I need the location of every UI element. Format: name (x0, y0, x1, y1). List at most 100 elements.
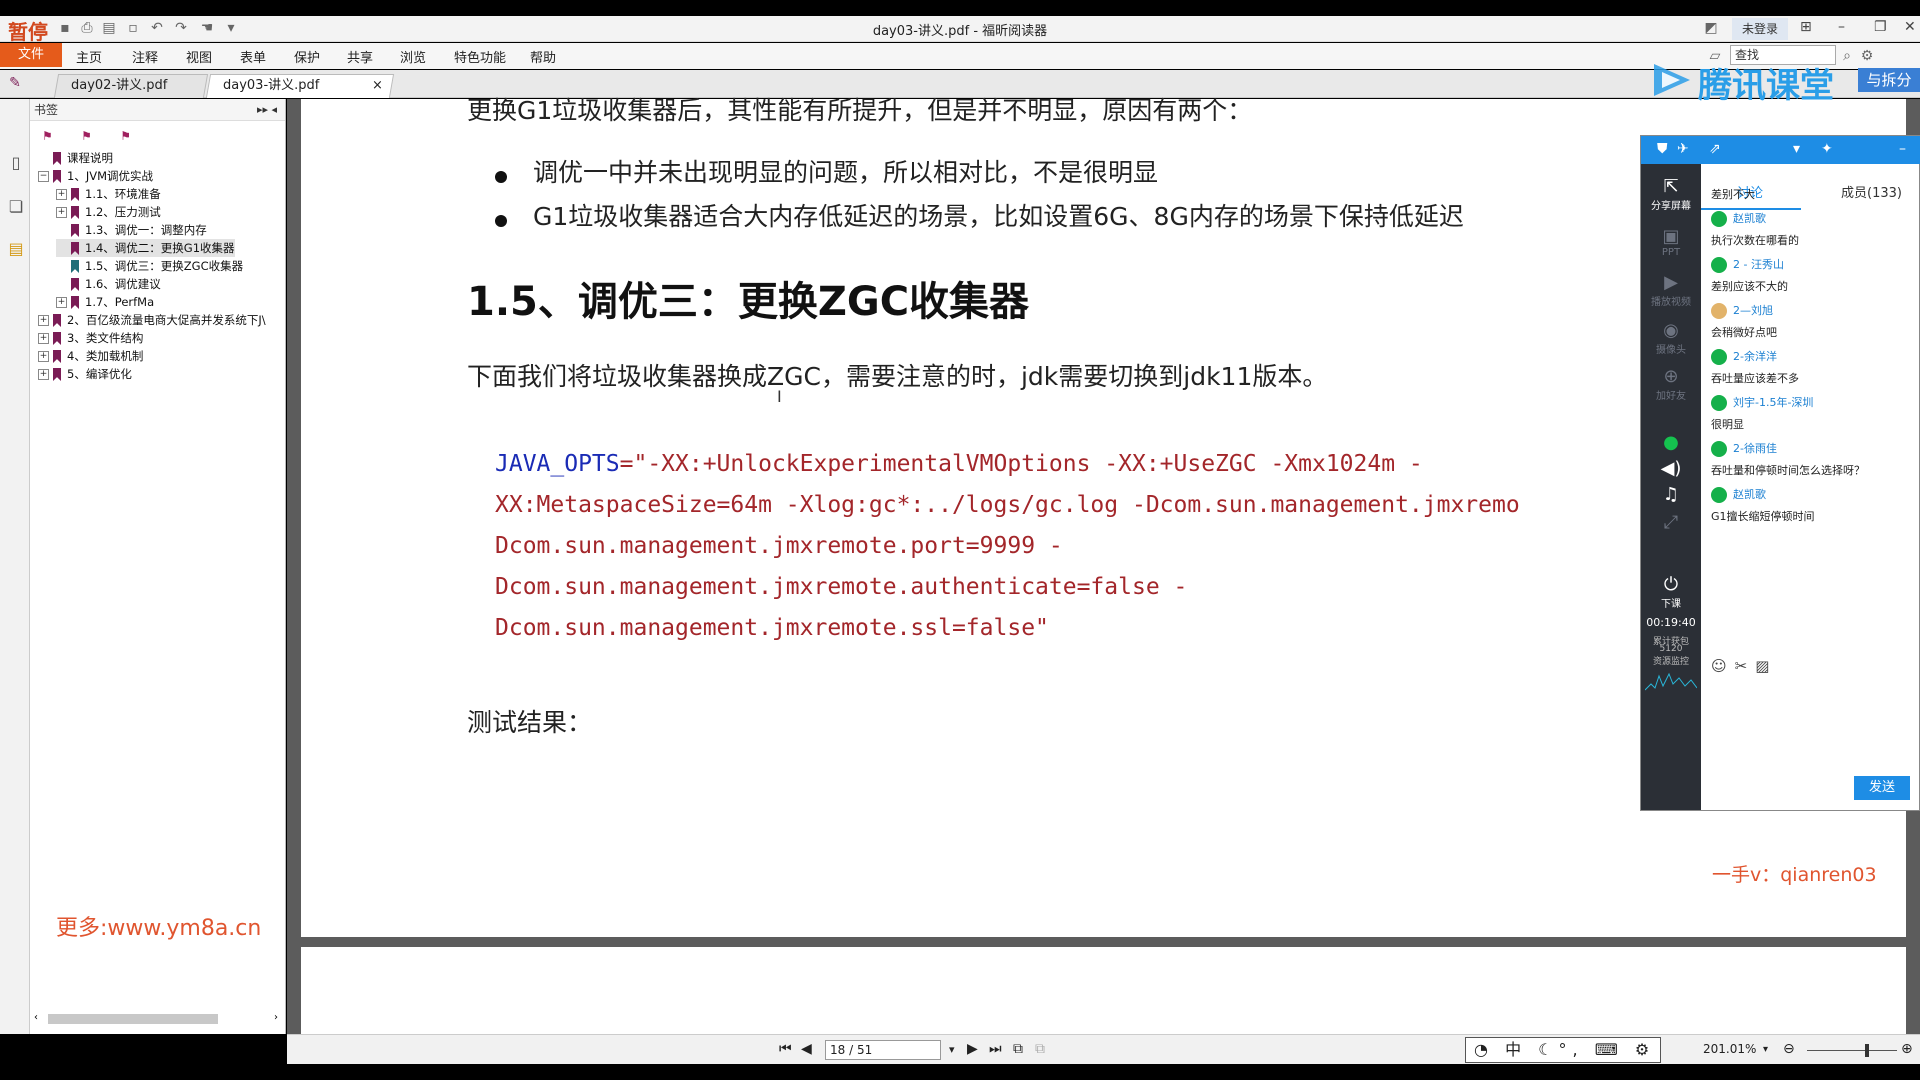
next-view-icon[interactable]: ⧉ (1035, 1041, 1045, 1057)
comments-icon[interactable]: ▤ (6, 239, 26, 259)
menu-view[interactable]: 视图 (186, 47, 212, 66)
panel-collapse-icon[interactable]: ▸▸ ◂ (257, 99, 277, 121)
zoom-level[interactable]: 201.01% (1703, 1042, 1756, 1056)
shield-icon[interactable]: ⛊ (1657, 141, 1668, 157)
tab-day03[interactable]: day03-讲义.pdf × (205, 74, 395, 98)
bookmark-add-icon[interactable]: ⚑ (42, 129, 58, 145)
expand-icon[interactable]: + (38, 369, 49, 380)
chat-sender[interactable]: 刘宇-1.5年-深圳 (1711, 394, 1813, 411)
next-page-icon[interactable]: ▶ (967, 1041, 978, 1057)
bookmark-edit-icon[interactable]: ⚑ (81, 129, 97, 145)
chat-sender[interactable]: 2-徐雨佳 (1711, 440, 1777, 457)
page-thumbnail-icon[interactable]: ▯ (6, 153, 26, 173)
tab-close-icon[interactable]: × (372, 75, 383, 97)
zoom-out-icon[interactable]: ⊖ (1783, 1041, 1795, 1057)
pdf-page-next (301, 947, 1906, 1037)
bookmark-item[interactable]: 1.5、调优三：更换ZGC收集器 (56, 257, 243, 275)
bookmark-item[interactable]: +1.1、环境准备 (56, 185, 161, 203)
first-page-icon[interactable]: ⏮ (779, 1041, 792, 1057)
expand-icon[interactable]: + (38, 351, 49, 362)
bookmark-hscrollbar[interactable]: ‹ › (34, 1012, 278, 1026)
menu-help[interactable]: 帮助 (530, 47, 556, 66)
prev-page-icon[interactable]: ◀ (801, 1041, 812, 1057)
expand-icon[interactable]: + (56, 207, 67, 218)
scroll-left-icon[interactable]: ‹ (34, 1012, 38, 1023)
menu-features[interactable]: 特色功能 (454, 47, 506, 66)
split-badge[interactable]: 与拆分 (1858, 68, 1920, 92)
end-class-button[interactable]: ⏻ 下课 (1641, 574, 1701, 610)
menu-home[interactable]: 主页 (76, 47, 102, 66)
expand-icon[interactable]: + (56, 297, 67, 308)
bookmark-item[interactable]: +4、类加载机制 (38, 347, 143, 365)
bookmark-item[interactable]: +2、百亿级流量电商大促高并发系统下J\ (38, 311, 266, 329)
bookmark-item[interactable]: 1.6、调优建议 (56, 275, 161, 293)
bookmark-item[interactable]: 1.4、调优二：更换G1收集器 (56, 239, 235, 257)
dropdown-icon[interactable]: ▾ (1793, 141, 1800, 157)
music-button[interactable]: ♫ (1641, 484, 1701, 505)
bookmark-delete-icon[interactable]: ⚑ (120, 129, 136, 145)
menu-comment[interactable]: 注释 (132, 47, 158, 66)
fullscreen-button[interactable]: ⤢ (1641, 512, 1701, 533)
layers-icon[interactable]: ❏ (6, 197, 26, 217)
settings-icon[interactable]: ⚙ (1858, 47, 1876, 65)
bookmark-item[interactable]: 1.3、调优一：调整内存 (56, 221, 207, 239)
add-friend-button[interactable]: ⊕ 加好友 (1641, 366, 1701, 402)
expand-icon[interactable]: + (38, 315, 49, 326)
code-line-1: JAVA_OPTS="-XX:+UnlockExperimentalVMOpti… (495, 451, 1423, 477)
speaker-button[interactable]: ◀) (1641, 458, 1701, 479)
prev-view-icon[interactable]: ⧉ (1013, 1041, 1023, 1057)
bookmark-item[interactable]: +1.2、压力测试 (56, 203, 161, 221)
menu-browse[interactable]: 浏览 (400, 47, 426, 66)
tab-members[interactable]: 成员(133) (1841, 182, 1902, 201)
menu-share[interactable]: 共享 (347, 47, 373, 66)
expand-icon[interactable]: + (56, 189, 67, 200)
minimize-icon[interactable]: – (1838, 19, 1845, 35)
page-number-field[interactable]: 18 / 51 (825, 1040, 941, 1060)
chat-sender[interactable]: 赵凯歌 (1711, 210, 1766, 227)
pin-icon[interactable]: ✦ (1821, 141, 1833, 157)
scroll-right-icon[interactable]: › (274, 1012, 278, 1023)
login-button[interactable]: 未登录 (1732, 18, 1788, 40)
bookmark-item[interactable]: − 1、JVM调优实战 (38, 167, 153, 185)
zoom-in-icon[interactable]: ⊕ (1901, 1041, 1913, 1057)
image-icon[interactable]: ▨ (1755, 657, 1777, 675)
zoom-slider-knob[interactable] (1865, 1044, 1869, 1057)
scissors-icon[interactable]: ✂ (1735, 657, 1756, 675)
zoom-dropdown-icon[interactable]: ▾ (1763, 1044, 1768, 1055)
send-plane-icon[interactable]: ✈ (1677, 141, 1689, 157)
emoji-icon[interactable]: ☺ (1711, 657, 1735, 675)
bookmark-item[interactable]: 课程说明 (38, 149, 113, 167)
chat-sender[interactable]: 赵凯歌 (1711, 486, 1766, 503)
share-screen-button[interactable]: ⇱ 分享屏幕 (1641, 176, 1701, 212)
bookmark-item[interactable]: +3、类文件结构 (38, 329, 143, 347)
play-video-button[interactable]: ▶ 播放视频 (1641, 272, 1701, 308)
search-icon[interactable]: ⌕ (1838, 47, 1856, 65)
layout-icon[interactable]: ⊞ (1800, 19, 1812, 35)
tab-day02[interactable]: day02-讲义.pdf (53, 74, 209, 98)
menu-file[interactable]: 文件 (0, 43, 62, 67)
page-dropdown-icon[interactable]: ▾ (949, 1043, 955, 1056)
expand-icon[interactable]: + (38, 333, 49, 344)
sender-name: 赵凯歌 (1733, 488, 1766, 501)
close-icon[interactable]: ✕ (1904, 19, 1916, 35)
panel-minimize-icon[interactable]: – (1899, 141, 1906, 157)
menu-form[interactable]: 表单 (240, 47, 266, 66)
restore-icon[interactable]: ❐ (1874, 19, 1887, 35)
last-page-icon[interactable]: ⏭ (989, 1041, 1002, 1057)
scroll-thumb[interactable] (48, 1014, 218, 1024)
send-button[interactable]: 发送 (1854, 776, 1910, 800)
menu-protect[interactable]: 保护 (294, 47, 320, 66)
chat-sender[interactable]: 2 - 汪秀山 (1711, 256, 1784, 273)
skin-icon[interactable]: ◩ (1702, 19, 1720, 37)
share-out-icon[interactable]: ⇗ (1709, 141, 1721, 157)
ppt-button[interactable]: ▣ PPT (1641, 226, 1701, 258)
zoom-slider[interactable] (1807, 1050, 1897, 1051)
camera-button[interactable]: ◉ 摄像头 (1641, 320, 1701, 356)
chat-sender[interactable]: 2-余洋洋 (1711, 348, 1777, 365)
microphone-button[interactable]: ● (1641, 432, 1701, 453)
chat-sender[interactable]: 2—刘旭 (1711, 302, 1773, 319)
ime-toolbar[interactable]: ◔ 中 ☾°, ⌨ ⚙ (1465, 1037, 1661, 1063)
bookmark-item[interactable]: +5、编译优化 (38, 365, 132, 383)
bookmark-item[interactable]: +1.7、PerfMa (56, 293, 154, 311)
collapse-icon[interactable]: − (38, 171, 49, 182)
